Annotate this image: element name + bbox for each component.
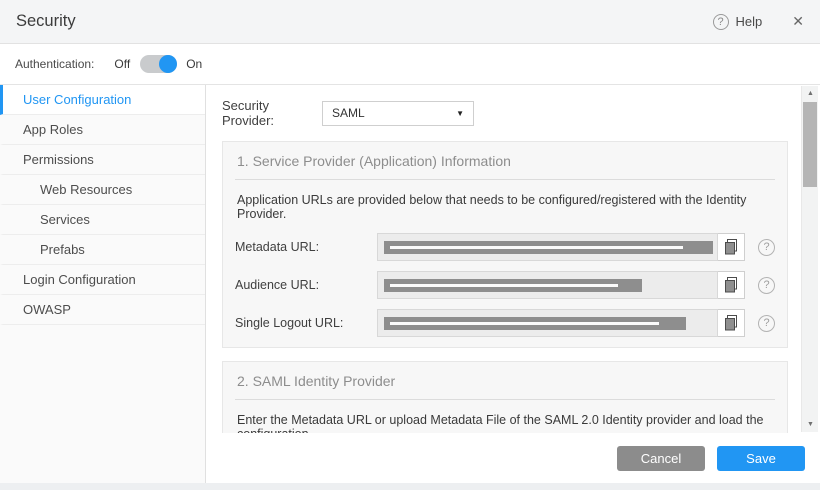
scroll-up-icon[interactable]: ▲ — [802, 86, 819, 101]
security-provider-value: SAML — [332, 106, 456, 120]
dialog-footer: Cancel Save — [206, 433, 820, 483]
page-background-strip — [0, 483, 820, 490]
sidebar-item-services[interactable]: Services — [0, 205, 205, 235]
cancel-button[interactable]: Cancel — [617, 446, 705, 471]
audience-url-row: Audience URL: ? — [235, 271, 775, 299]
toggle-on-label: On — [186, 57, 202, 71]
scrollbar-thumb[interactable] — [803, 102, 817, 187]
dialog-header: Security ? Help ✕ — [0, 0, 820, 44]
security-provider-label: Security Provider: — [222, 98, 316, 128]
close-icon[interactable]: ✕ — [792, 13, 804, 30]
audience-url-label: Audience URL: — [235, 278, 377, 292]
single-logout-url-redacted-value — [384, 317, 686, 330]
help-icon[interactable]: ? — [713, 14, 729, 30]
audience-url-help-icon[interactable]: ? — [758, 277, 775, 294]
single-logout-url-row: Single Logout URL: ? — [235, 309, 775, 337]
audience-url-input[interactable] — [377, 271, 718, 299]
metadata-url-redacted-value — [384, 241, 713, 254]
authentication-bar: Authentication: Off On — [0, 44, 820, 85]
security-dialog: Security ? Help ✕ Authentication: Off On… — [0, 0, 820, 483]
authentication-label: Authentication: — [15, 57, 94, 71]
sidebar-item-permissions[interactable]: Permissions — [0, 145, 205, 175]
section1-description: Application URLs are provided below that… — [235, 180, 775, 223]
sidebar-item-prefabs[interactable]: Prefabs — [0, 235, 205, 265]
single-logout-url-label: Single Logout URL: — [235, 316, 377, 330]
sidebar-item-app-roles[interactable]: App Roles — [0, 115, 205, 145]
section2-description: Enter the Metadata URL or upload Metadat… — [235, 400, 775, 433]
metadata-url-input[interactable] — [377, 233, 718, 261]
sidebar-item-web-resources[interactable]: Web Resources — [0, 175, 205, 205]
sidebar: User Configuration App Roles Permissions… — [0, 85, 206, 483]
scroll-down-icon[interactable]: ▼ — [802, 417, 819, 432]
toggle-off-label: Off — [114, 57, 130, 71]
security-provider-select[interactable]: SAML ▼ — [322, 101, 474, 126]
main-content: Security Provider: SAML ▼ 1. Service Pro… — [206, 85, 820, 433]
save-button[interactable]: Save — [717, 446, 805, 471]
single-logout-url-help-icon[interactable]: ? — [758, 315, 775, 332]
audience-url-redacted-value — [384, 279, 642, 292]
vertical-scrollbar[interactable]: ▲ ▼ — [801, 86, 818, 432]
metadata-url-row: Metadata URL: ? — [235, 233, 775, 261]
copy-icon[interactable] — [717, 233, 745, 261]
section2-title: 2. SAML Identity Provider — [235, 362, 775, 400]
page-title: Security — [16, 12, 76, 31]
chevron-down-icon: ▼ — [456, 109, 464, 118]
section-saml-identity-provider: 2. SAML Identity Provider Enter the Meta… — [222, 361, 788, 433]
help-link[interactable]: Help — [736, 14, 763, 29]
single-logout-url-input[interactable] — [377, 309, 718, 337]
security-dialog-stage: Security ? Help ✕ Authentication: Off On… — [0, 0, 820, 490]
metadata-url-help-icon[interactable]: ? — [758, 239, 775, 256]
sidebar-item-login-configuration[interactable]: Login Configuration — [0, 265, 205, 295]
copy-icon[interactable] — [717, 309, 745, 337]
sidebar-item-owasp[interactable]: OWASP — [0, 295, 205, 325]
section1-title: 1. Service Provider (Application) Inform… — [235, 142, 775, 180]
copy-icon[interactable] — [717, 271, 745, 299]
sidebar-item-user-configuration[interactable]: User Configuration — [0, 85, 205, 115]
toggle-knob — [159, 55, 177, 73]
metadata-url-label: Metadata URL: — [235, 240, 377, 254]
authentication-toggle[interactable] — [140, 55, 177, 73]
section-service-provider-info: 1. Service Provider (Application) Inform… — [222, 141, 788, 348]
